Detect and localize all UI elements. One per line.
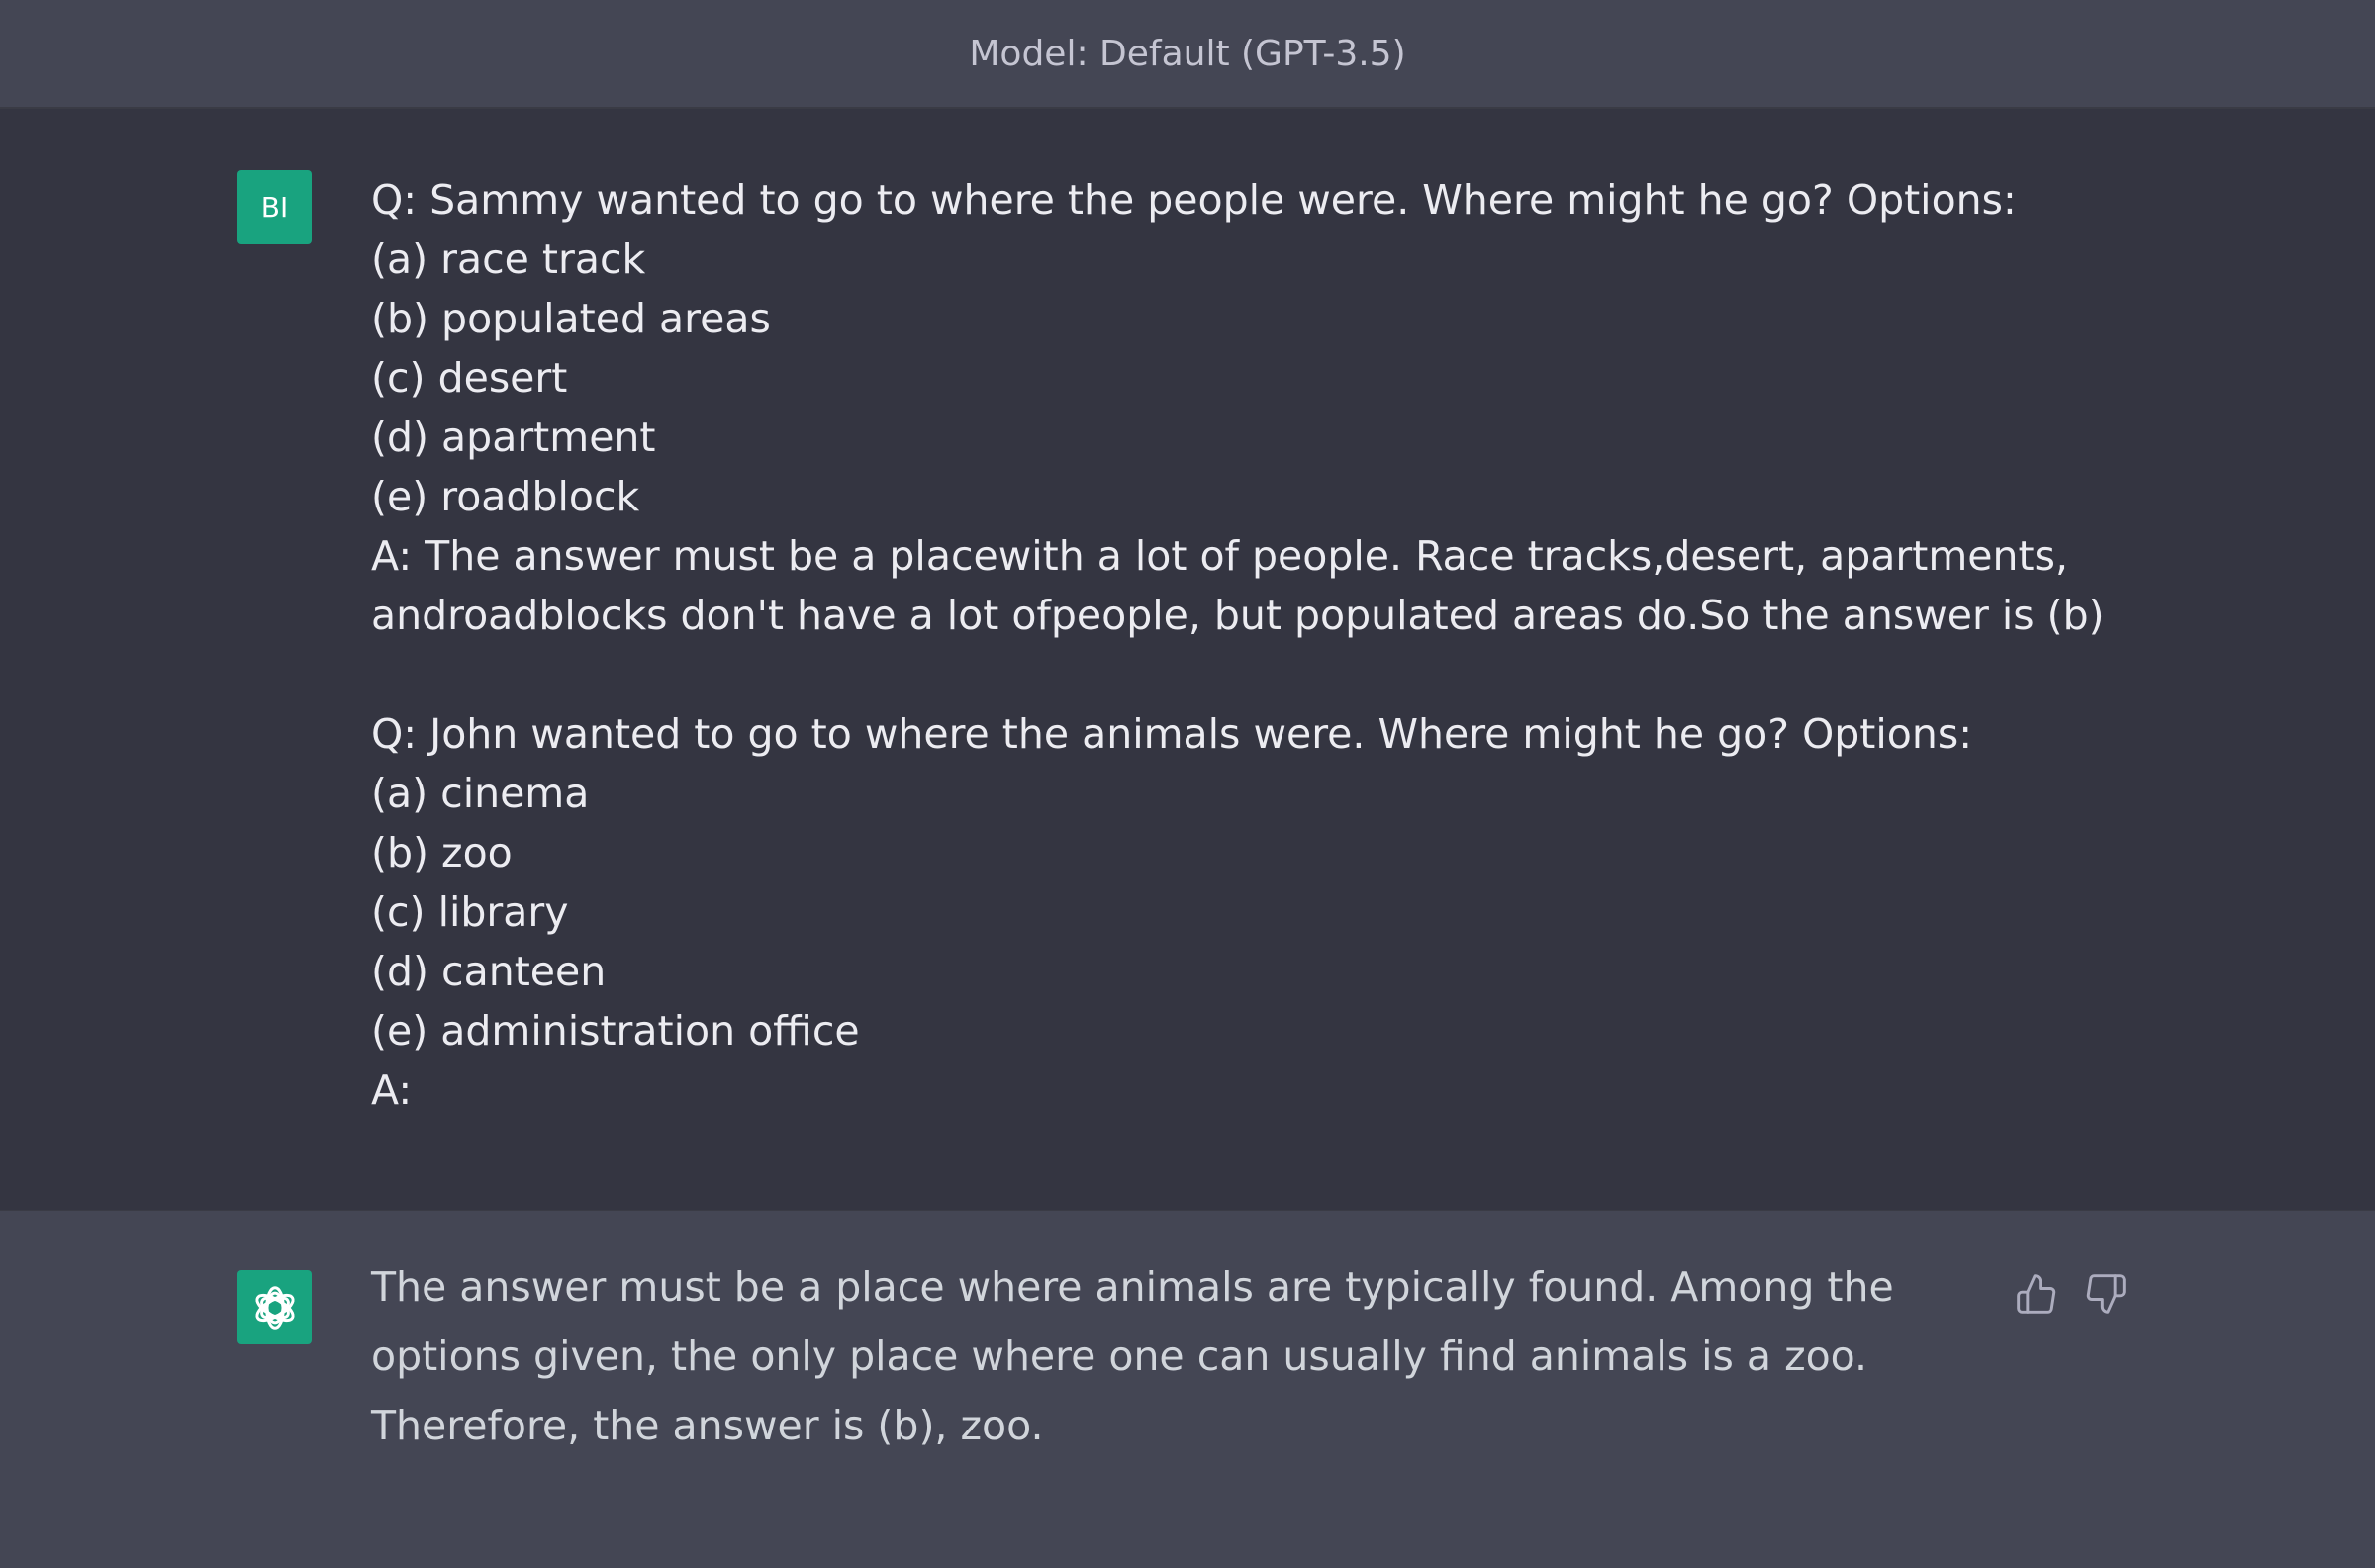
chat-page: Model: Default (GPT-3.5) BI Q: Sammy wan… <box>0 0 2375 1568</box>
thumbs-down-icon <box>2086 1274 2126 1314</box>
prompt-line: (e) administration office <box>371 1007 860 1055</box>
assistant-avatar <box>238 1270 312 1344</box>
prompt-line: A: <box>371 1066 413 1114</box>
prompt-line: androadblocks don't have a lot ofpeople,… <box>371 592 2105 639</box>
prompt-line: (e) roadblock <box>371 473 640 520</box>
user-avatar: BI <box>238 170 312 244</box>
thumbs-up-button[interactable] <box>2013 1270 2060 1318</box>
user-message-text: Q: Sammy wanted to go to where the peopl… <box>371 170 2133 1120</box>
assistant-response-text: The answer must be a place where animals… <box>371 1263 1894 1449</box>
prompt-line: (b) zoo <box>371 829 513 876</box>
prompt-line: (b) populated areas <box>371 295 771 342</box>
prompt-line: (a) cinema <box>371 770 590 817</box>
prompt-line: (d) apartment <box>371 414 656 461</box>
openai-logo-icon <box>254 1285 295 1330</box>
prompt-line: (c) desert <box>371 354 568 402</box>
user-avatar-initials: BI <box>260 191 289 224</box>
model-header: Model: Default (GPT-3.5) <box>0 0 2375 109</box>
prompt-line: (c) library <box>371 888 569 936</box>
prompt-line: (a) race track <box>371 235 646 283</box>
prompt-line: Q: John wanted to go to where the animal… <box>371 710 1973 758</box>
thumbs-down-button[interactable] <box>2082 1270 2130 1318</box>
assistant-message: The answer must be a place where animals… <box>0 1210 2375 1568</box>
model-label: Model: Default (GPT-3.5) <box>969 33 1406 74</box>
prompt-line: A: The answer must be a placewith a lot … <box>371 532 2068 580</box>
prompt-line: (d) canteen <box>371 948 607 995</box>
prompt-line: Q: Sammy wanted to go to where the peopl… <box>371 176 2017 224</box>
thumbs-up-icon <box>2017 1274 2056 1314</box>
user-message: BI Q: Sammy wanted to go to where the pe… <box>0 109 2375 1210</box>
